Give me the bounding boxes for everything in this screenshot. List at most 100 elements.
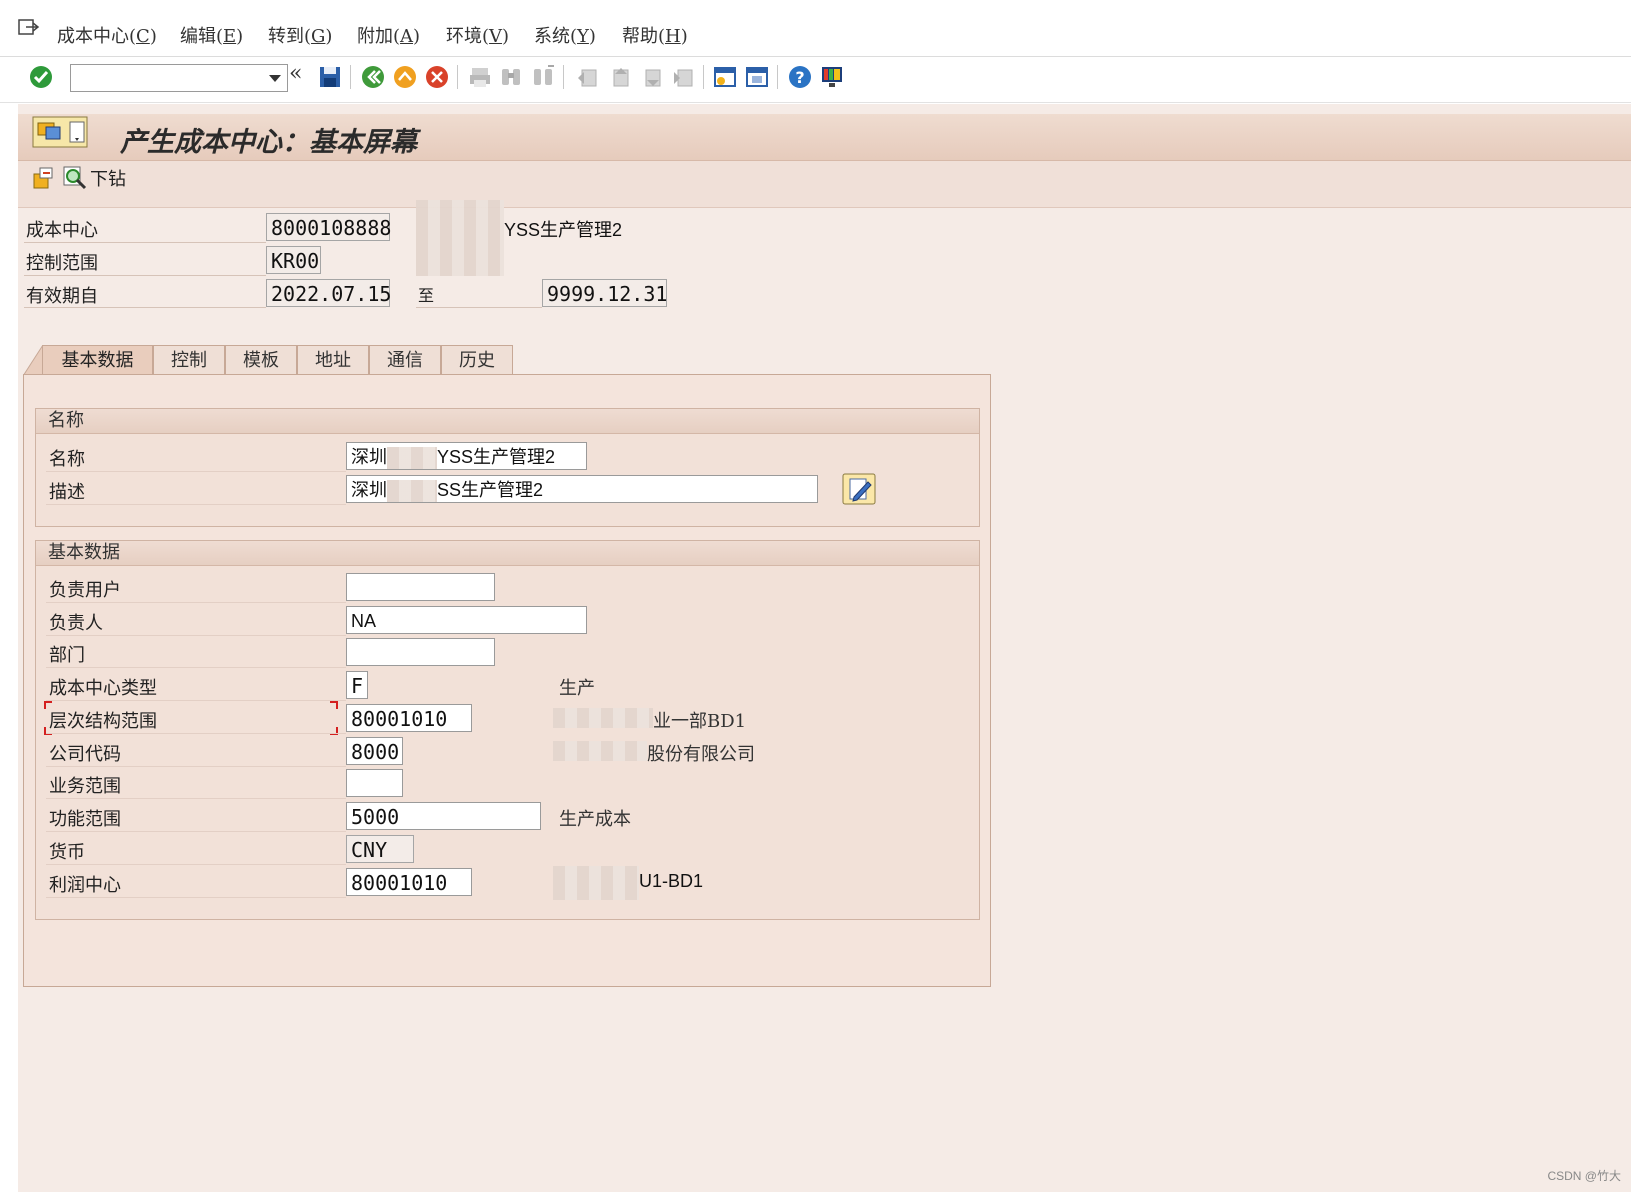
valid-to-field[interactable]: 9999.12.31 xyxy=(542,279,667,307)
cost-center-category-label: 成本中心类型 xyxy=(49,678,157,699)
tab-history[interactable]: 历史 xyxy=(441,345,513,375)
tab-templates[interactable]: 模板 xyxy=(225,345,297,375)
menu-bar: 成本中心(C) 编辑(E) 转到(G) 附加(A) 环境(V) 系统(Y) 帮助… xyxy=(0,0,1631,57)
menu-edit[interactable]: 编辑(E) xyxy=(180,22,243,48)
menu-cost-center[interactable]: 成本中心(C) xyxy=(57,22,157,48)
divider xyxy=(416,307,542,308)
user-responsible-field[interactable] xyxy=(346,573,495,601)
find-next-icon[interactable] xyxy=(530,64,556,90)
watermark: CSDN @竹大 xyxy=(1547,1169,1621,1183)
first-page-icon[interactable] xyxy=(574,64,600,90)
divider xyxy=(46,504,346,505)
divider xyxy=(46,831,346,832)
prev-page-icon[interactable] xyxy=(606,64,632,90)
divider xyxy=(46,471,346,472)
redacted-area xyxy=(553,708,653,728)
layout-icon[interactable] xyxy=(819,64,845,90)
department-label: 部门 xyxy=(49,645,85,666)
divider xyxy=(46,667,346,668)
divider xyxy=(46,602,346,603)
chevron-down-icon[interactable] xyxy=(269,75,281,82)
department-field[interactable] xyxy=(346,638,495,666)
enter-icon[interactable] xyxy=(28,64,54,90)
person-responsible-field[interactable]: NA xyxy=(346,606,587,634)
business-area-field[interactable] xyxy=(346,769,403,797)
description-field[interactable]: 深圳 SS生产管理2 xyxy=(346,475,818,503)
help-icon[interactable]: ? xyxy=(787,64,813,90)
hierarchy-area-field[interactable]: 80001010 xyxy=(346,704,472,732)
redacted-area xyxy=(553,741,647,761)
name-field-prefix: 深圳 xyxy=(351,447,387,468)
hierarchy-area-description: 业一部BD1 xyxy=(653,711,747,732)
print-icon[interactable] xyxy=(467,64,493,90)
shortcut-icon[interactable] xyxy=(744,64,770,90)
svg-text:?: ? xyxy=(795,68,804,87)
next-page-icon[interactable] xyxy=(638,64,664,90)
exit-icon[interactable] xyxy=(392,64,418,90)
tab-communication[interactable]: 通信 xyxy=(369,345,441,375)
menu-goto[interactable]: 转到(G) xyxy=(268,22,332,48)
tab-control[interactable]: 控制 xyxy=(153,345,225,375)
hierarchy-area-label: 层次结构范围 xyxy=(49,711,157,732)
name-label: 名称 xyxy=(49,449,85,470)
redacted-area xyxy=(416,200,504,276)
currency-field[interactable]: CNY xyxy=(346,835,414,863)
menu-environment[interactable]: 环境(V) xyxy=(446,22,509,48)
cost-center-description: YSS生产管理2 xyxy=(504,220,623,240)
names-group-title: 名称 xyxy=(36,409,979,434)
controlling-area-field[interactable]: KR00 xyxy=(266,246,321,274)
company-code-field[interactable]: 8000 xyxy=(346,737,403,765)
cost-center-category-field[interactable]: F xyxy=(346,671,368,699)
last-page-icon[interactable] xyxy=(670,64,696,90)
cancel-icon[interactable] xyxy=(424,64,450,90)
divider xyxy=(24,242,266,243)
back-icon[interactable] xyxy=(360,64,386,90)
valid-to-label: 至 xyxy=(418,286,435,305)
user-responsible-label: 负责用户 xyxy=(49,580,121,601)
company-code-label: 公司代码 xyxy=(49,744,121,765)
other-cost-center-icon[interactable] xyxy=(30,165,56,191)
functional-area-field[interactable]: 5000 xyxy=(346,802,541,830)
back-double-icon[interactable]: « xyxy=(289,61,302,86)
command-field[interactable] xyxy=(70,64,288,92)
cost-center-label: 成本中心 xyxy=(26,220,98,241)
edit-text-icon[interactable] xyxy=(842,473,876,505)
profit-center-label: 利润中心 xyxy=(49,875,121,896)
tab-address[interactable]: 地址 xyxy=(297,345,369,375)
name-field[interactable]: 深圳 YSS生产管理2 xyxy=(346,442,587,470)
company-code-description: 股份有限公司 xyxy=(647,744,755,765)
description-field-suffix: SS生产管理2 xyxy=(437,480,544,500)
system-menu-icon[interactable] xyxy=(18,18,40,38)
redacted-area xyxy=(387,480,437,502)
divider xyxy=(46,766,346,767)
separator xyxy=(350,65,351,89)
cost-center-category-description: 生产 xyxy=(559,678,595,699)
separator xyxy=(563,65,564,89)
description-label: 描述 xyxy=(49,482,85,503)
save-icon[interactable] xyxy=(317,64,343,90)
page-title: 产生成本中心：基本屏幕 xyxy=(120,127,417,158)
redacted-area xyxy=(387,447,437,469)
divider xyxy=(46,635,346,636)
drilldown-button[interactable]: 下钻 xyxy=(62,165,126,191)
find-icon[interactable] xyxy=(498,64,524,90)
application-toolbar: 下钻 xyxy=(18,161,1631,208)
controlling-area-label: 控制范围 xyxy=(26,253,98,274)
divider xyxy=(24,275,266,276)
menu-extras[interactable]: 附加(A) xyxy=(357,22,420,48)
name-field-suffix: YSS生产管理2 xyxy=(437,447,556,467)
person-responsible-label: 负责人 xyxy=(49,613,103,634)
valid-from-label: 有效期自 xyxy=(26,286,98,307)
separator xyxy=(703,65,704,89)
valid-from-field[interactable]: 2022.07.15 xyxy=(266,279,391,307)
description-field-prefix: 深圳 xyxy=(351,480,387,501)
new-session-icon[interactable] xyxy=(712,64,738,90)
tab-basic-data[interactable]: 基本数据 xyxy=(42,345,153,375)
drilldown-label: 下钻 xyxy=(90,169,126,190)
profit-center-field[interactable]: 80001010 xyxy=(346,868,472,896)
menu-help[interactable]: 帮助(H) xyxy=(622,22,688,48)
standard-toolbar: « ? xyxy=(0,57,1631,103)
cost-center-field[interactable]: 8000108888 xyxy=(266,213,391,241)
transaction-icon[interactable] xyxy=(32,116,88,148)
menu-system[interactable]: 系统(Y) xyxy=(534,22,596,48)
